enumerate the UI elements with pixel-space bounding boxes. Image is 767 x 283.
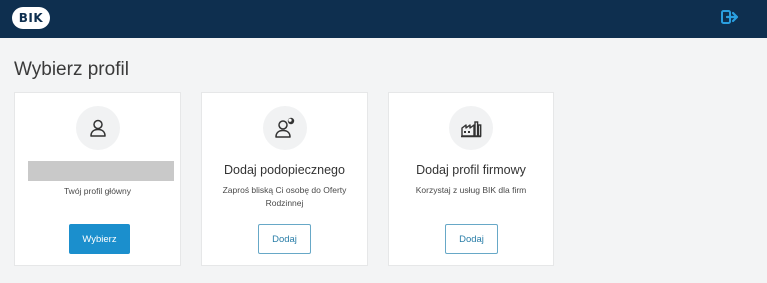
person-plus-icon-container bbox=[262, 106, 307, 150]
logout-icon[interactable] bbox=[721, 9, 739, 25]
add-company-profile-description: Korzystaj z usług BIK dla firm bbox=[415, 185, 527, 195]
bik-logo[interactable]: BIK bbox=[12, 7, 50, 29]
add-company-profile-card: Dodaj profil firmowy Korzystaj z usług B… bbox=[388, 92, 554, 266]
person-icon-container bbox=[75, 106, 120, 150]
select-profile-button[interactable]: Wybierz bbox=[69, 224, 130, 254]
add-dependent-description: Zaproś bliską Ci osobę do Oferty Rodzinn… bbox=[222, 185, 347, 208]
add-company-profile-button[interactable]: Dodaj bbox=[445, 224, 498, 254]
main-profile-description: Twój profil główny bbox=[63, 186, 132, 196]
main-profile-card: Twój profil główny Wybierz bbox=[14, 92, 181, 266]
top-bar: BIK bbox=[0, 0, 767, 38]
add-dependent-card: Dodaj podopiecznego Zaproś bliską Ci oso… bbox=[201, 92, 368, 266]
person-icon bbox=[89, 119, 106, 137]
person-plus-icon bbox=[274, 117, 294, 138]
factory-icon bbox=[461, 121, 482, 138]
add-dependent-title: Dodaj podopiecznego bbox=[224, 163, 345, 177]
factory-icon-container bbox=[449, 106, 493, 150]
page-title: Wybierz profil bbox=[14, 59, 129, 80]
add-company-profile-title: Dodaj profil firmowy bbox=[416, 163, 526, 177]
masked-profile-name bbox=[28, 161, 174, 181]
add-dependent-button[interactable]: Dodaj bbox=[258, 224, 311, 254]
